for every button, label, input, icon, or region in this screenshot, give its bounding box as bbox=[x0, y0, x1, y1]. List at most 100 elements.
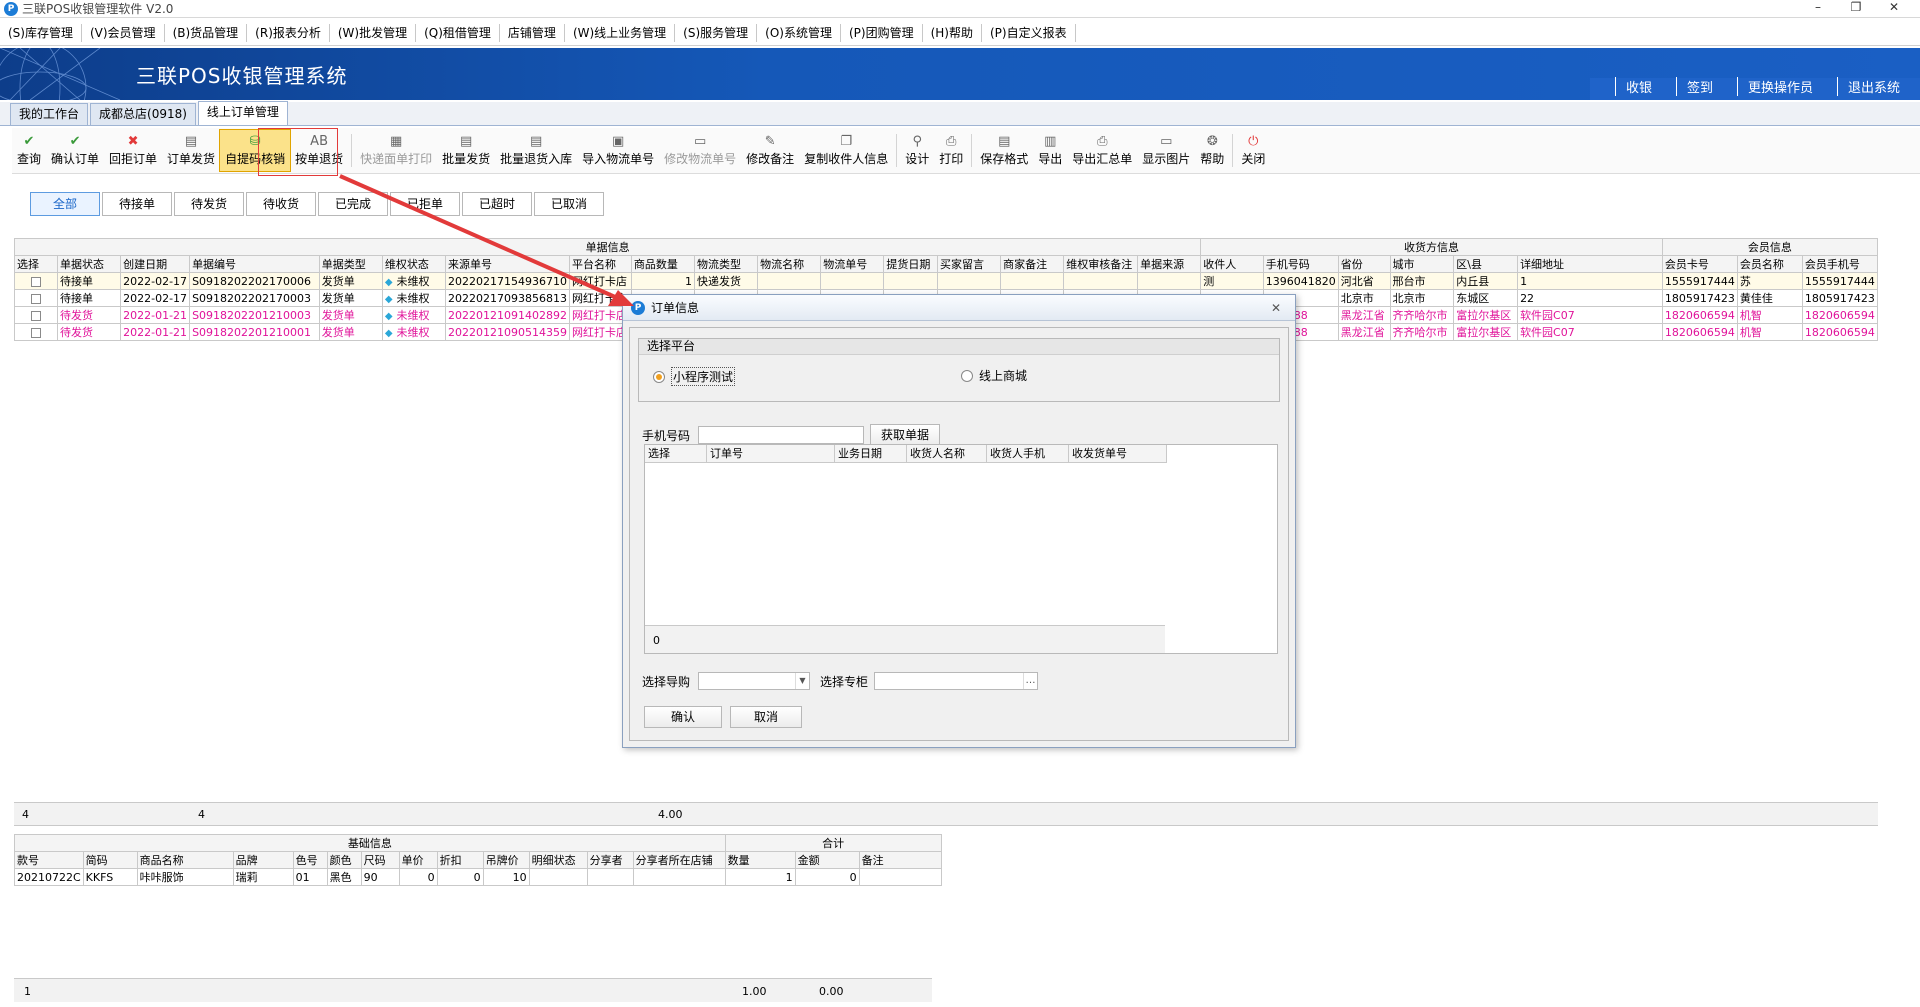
grid-column-header[interactable]: 维权状态 bbox=[381, 255, 446, 273]
dialog-grid-column-header[interactable]: 收货人名称 bbox=[907, 445, 987, 463]
toolbar-button[interactable]: ⚲ 设计 bbox=[900, 128, 934, 173]
menu-item[interactable]: (W)批发管理 bbox=[330, 23, 417, 42]
phone-input[interactable] bbox=[698, 426, 864, 444]
checkout-link[interactable]: 收银 bbox=[1614, 77, 1662, 96]
exit-system-link[interactable]: 退出系统 bbox=[1836, 77, 1910, 96]
detail-column-header[interactable]: 色号 bbox=[292, 851, 328, 869]
grid-column-header[interactable]: 省份 bbox=[1337, 255, 1391, 273]
menu-item[interactable]: (O)系统管理 bbox=[757, 23, 841, 42]
grid-column-header[interactable]: 手机号码 bbox=[1262, 255, 1339, 273]
detail-row[interactable]: 20210722C KKFS 咔咔服饰 瑞莉 01 黑色 90 0 0 10 1 0 bbox=[14, 868, 942, 886]
tab-chengdu-store[interactable]: 成都总店(0918) bbox=[90, 103, 196, 125]
menu-item[interactable]: (B)货品管理 bbox=[165, 23, 248, 42]
grid-column-header[interactable]: 物流类型 bbox=[693, 255, 759, 273]
grid-column-header[interactable]: 会员手机号 bbox=[1801, 255, 1879, 273]
menu-item[interactable]: (S)服务管理 bbox=[675, 23, 758, 42]
toolbar-button[interactable]: ✔ 确认订单 bbox=[46, 128, 104, 173]
sign-in-link[interactable]: 签到 bbox=[1675, 77, 1723, 96]
grid-column-header[interactable]: 来源单号 bbox=[444, 255, 570, 273]
toolbar-button[interactable]: ⏻ 关闭 bbox=[1236, 128, 1270, 173]
toolbar-button[interactable]: ▤ 保存格式 bbox=[975, 128, 1033, 173]
menu-item[interactable]: (S)库存管理 bbox=[0, 23, 82, 42]
row-checkbox[interactable] bbox=[31, 293, 41, 304]
detail-column-header[interactable]: 数量 bbox=[724, 851, 796, 869]
minimize-icon[interactable]: – bbox=[1810, 0, 1826, 14]
detail-column-header[interactable]: 简码 bbox=[82, 851, 138, 869]
dialog-grid-column-header[interactable]: 订单号 bbox=[707, 445, 835, 463]
filter-button[interactable]: 已完成 bbox=[318, 192, 388, 216]
dialog-grid-column-header[interactable]: 收货人手机 bbox=[987, 445, 1069, 463]
filter-button[interactable]: 待发货 bbox=[174, 192, 244, 216]
confirm-button[interactable]: 确认 bbox=[644, 706, 722, 728]
cancel-button[interactable]: 取消 bbox=[730, 706, 802, 728]
dialog-grid-column-header[interactable]: 业务日期 bbox=[835, 445, 907, 463]
detail-column-header[interactable]: 单价 bbox=[398, 851, 438, 869]
toolbar-button[interactable]: ▥ 导出 bbox=[1033, 128, 1067, 173]
dialog-close-icon[interactable]: ✕ bbox=[1271, 301, 1281, 315]
menu-item[interactable]: (P)自定义报表 bbox=[982, 23, 1076, 42]
grid-column-header[interactable]: 区\县 bbox=[1453, 255, 1519, 273]
menu-item[interactable]: (R)报表分析 bbox=[247, 23, 330, 42]
grid-column-header[interactable]: 选择 bbox=[14, 255, 58, 273]
row-checkbox[interactable] bbox=[31, 327, 41, 338]
detail-column-header[interactable]: 尺码 bbox=[360, 851, 400, 869]
detail-column-header[interactable]: 分享者 bbox=[586, 851, 634, 869]
detail-column-header[interactable]: 折扣 bbox=[436, 851, 484, 869]
toolbar-button[interactable]: ⎙ 打印 bbox=[934, 128, 968, 173]
grid-column-header[interactable]: 提货日期 bbox=[883, 255, 939, 273]
grid-column-header[interactable]: 物流名称 bbox=[757, 255, 822, 273]
menu-item[interactable]: (W)线上业务管理 bbox=[565, 23, 676, 42]
filter-button[interactable]: 全部 bbox=[30, 192, 100, 216]
grid-column-header[interactable]: 详细地址 bbox=[1517, 255, 1663, 273]
toolbar-button[interactable]: ⎙ 导出汇总单 bbox=[1067, 128, 1137, 173]
grid-column-header[interactable]: 收件人 bbox=[1200, 255, 1264, 273]
detail-column-header[interactable]: 金额 bbox=[794, 851, 860, 869]
radio-mini-program[interactable]: 小程序测试 bbox=[653, 367, 736, 386]
grid-column-header[interactable]: 单据来源 bbox=[1137, 255, 1202, 273]
toolbar-button[interactable]: ▤ 批量退货入库 bbox=[495, 128, 577, 173]
row-checkbox[interactable] bbox=[31, 310, 41, 321]
grid-column-header[interactable]: 创建日期 bbox=[120, 255, 191, 273]
filter-button[interactable]: 已超时 bbox=[462, 192, 532, 216]
close-window-icon[interactable]: ✕ bbox=[1886, 0, 1902, 14]
tab-workbench[interactable]: 我的工作台 bbox=[10, 103, 89, 125]
grid-column-header[interactable]: 单据状态 bbox=[56, 255, 122, 273]
detail-column-header[interactable]: 分享者所在店铺 bbox=[632, 851, 726, 869]
detail-column-header[interactable]: 品牌 bbox=[232, 851, 294, 869]
row-checkbox[interactable] bbox=[31, 276, 41, 287]
detail-column-header[interactable]: 商品名称 bbox=[136, 851, 234, 869]
radio-online-mall[interactable]: 线上商城 bbox=[961, 367, 1027, 384]
toolbar-button[interactable]: ❂ 帮助 bbox=[1195, 128, 1229, 173]
toolbar-button[interactable]: ▭ 显示图片 bbox=[1137, 128, 1195, 173]
grid-column-header[interactable]: 会员卡号 bbox=[1661, 255, 1738, 273]
menu-item[interactable]: (P)团购管理 bbox=[841, 23, 923, 42]
grid-column-header[interactable]: 单据编号 bbox=[189, 255, 320, 273]
toolbar-button[interactable]: ✖ 回拒订单 bbox=[104, 128, 162, 173]
grid-column-header[interactable]: 商品数量 bbox=[630, 255, 695, 273]
toolbar-button[interactable]: ▤ 订单发货 bbox=[162, 128, 220, 173]
toolbar-button[interactable]: ✎ 修改备注 bbox=[741, 128, 799, 173]
restore-icon[interactable]: ❐ bbox=[1848, 0, 1864, 14]
grid-column-header[interactable]: 单据类型 bbox=[318, 255, 383, 273]
filter-button[interactable]: 待接单 bbox=[102, 192, 172, 216]
toolbar-button[interactable]: ❐ 复制收件人信息 bbox=[799, 128, 893, 173]
filter-button[interactable]: 已取消 bbox=[534, 192, 604, 216]
grid-column-header[interactable]: 买家留言 bbox=[937, 255, 1002, 273]
guide-select[interactable]: ▼ bbox=[698, 672, 810, 690]
toolbar-button[interactable]: ⛁ 自提码核销 bbox=[219, 129, 292, 172]
detail-column-header[interactable]: 颜色 bbox=[326, 851, 362, 869]
toolbar-button[interactable]: ✔ 查询 bbox=[12, 128, 46, 173]
menu-item[interactable]: 店铺管理 bbox=[500, 23, 565, 42]
grid-column-header[interactable]: 城市 bbox=[1389, 255, 1455, 273]
dialog-grid-column-header[interactable]: 收发货单号 bbox=[1069, 445, 1167, 463]
chevron-down-icon[interactable]: ▼ bbox=[795, 673, 809, 689]
table-row[interactable]: 待接单 2022-02-17 S0918202202170006 发货单 ◆ 未维权 202… bbox=[14, 272, 1879, 290]
toolbar-button[interactable]: ▣ 导入物流单号 bbox=[577, 128, 659, 173]
fetch-orders-button[interactable]: 获取单据 bbox=[870, 424, 940, 446]
menu-item[interactable]: (V)会员管理 bbox=[82, 23, 165, 42]
toolbar-button[interactable]: AB 按单退货 bbox=[290, 128, 348, 173]
counter-select[interactable]: … bbox=[874, 672, 1038, 690]
change-operator-link[interactable]: 更换操作员 bbox=[1736, 77, 1823, 96]
menu-item[interactable]: (Q)租借管理 bbox=[416, 23, 500, 42]
detail-column-header[interactable]: 款号 bbox=[14, 851, 84, 869]
